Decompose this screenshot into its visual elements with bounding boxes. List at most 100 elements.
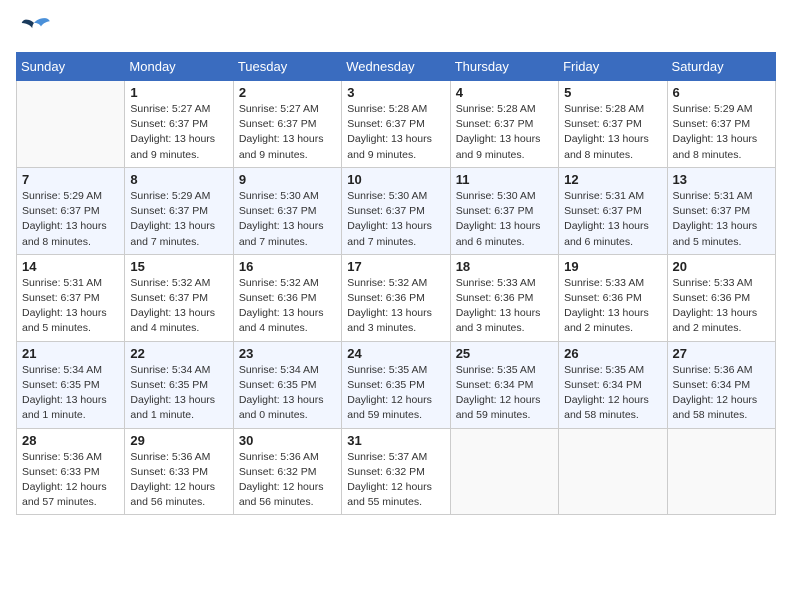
day-number: 11 [456,172,553,187]
day-number: 3 [347,85,444,100]
day-number: 14 [22,259,119,274]
day-number: 8 [130,172,227,187]
calendar-day-cell [17,81,125,168]
logo-icon [16,16,52,44]
calendar-day-cell: 18 Sunrise: 5:33 AMSunset: 6:36 PMDayligh… [450,254,558,341]
calendar-table: SundayMondayTuesdayWednesdayThursdayFrid… [16,52,776,515]
day-info: Sunrise: 5:34 AMSunset: 6:35 PMDaylight:… [130,363,227,424]
day-number: 2 [239,85,336,100]
day-info: Sunrise: 5:32 AMSunset: 6:36 PMDaylight:… [347,276,444,337]
calendar-day-cell [667,428,775,515]
calendar-day-cell [559,428,667,515]
calendar-day-cell: 25Sunrise: 5:35 AMSunset: 6:34 PMDayligh… [450,341,558,428]
calendar-week-row: 21Sunrise: 5:34 AMSunset: 6:35 PMDayligh… [17,341,776,428]
calendar-day-cell: 12Sunrise: 5:31 AMSunset: 6:37 PMDayligh… [559,167,667,254]
calendar-day-cell: 26Sunrise: 5:35 AMSunset: 6:34 PMDayligh… [559,341,667,428]
day-number: 4 [456,85,553,100]
day-number: 18 [456,259,553,274]
calendar-header-sunday: Sunday [17,53,125,81]
calendar-day-cell: 13 Sunrise: 5:31 AMSunset: 6:37 PMDayligh… [667,167,775,254]
day-info: Sunrise: 5:33 AMSunset: 6:36 PMDaylight:… [456,276,553,337]
page-header [16,16,776,44]
day-number: 22 [130,346,227,361]
calendar-header-wednesday: Wednesday [342,53,450,81]
day-info: Sunrise: 5:36 AMSunset: 6:34 PMDaylight:… [673,363,770,424]
calendar-day-cell: 9 Sunrise: 5:30 AMSunset: 6:37 PMDaylight… [233,167,341,254]
day-info: Sunrise: 5:36 AMSunset: 6:32 PMDaylight:… [239,450,336,511]
day-info: Sunrise: 5:35 AMSunset: 6:34 PMDaylight:… [564,363,661,424]
calendar-day-cell: 31 Sunrise: 5:37 AMSunset: 6:32 PMDayligh… [342,428,450,515]
day-number: 5 [564,85,661,100]
day-number: 6 [673,85,770,100]
calendar-day-cell [450,428,558,515]
day-info: Sunrise: 5:31 AMSunset: 6:37 PMDaylight:… [22,276,119,337]
day-info: Sunrise: 5:27 AMSunset: 6:37 PMDaylight:… [130,102,227,163]
day-number: 13 [673,172,770,187]
day-info: Sunrise: 5:37 AMSunset: 6:32 PMDaylight:… [347,450,444,511]
day-number: 24 [347,346,444,361]
day-info: Sunrise: 5:27 AMSunset: 6:37 PMDaylight:… [239,102,336,163]
calendar-day-cell: 10 Sunrise: 5:30 AMSunset: 6:37 PMDayligh… [342,167,450,254]
day-number: 28 [22,433,119,448]
calendar-day-cell: 11 Sunrise: 5:30 AMSunset: 6:37 PMDayligh… [450,167,558,254]
calendar-day-cell: 4 Sunrise: 5:28 AMSunset: 6:37 PMDaylight… [450,81,558,168]
day-info: Sunrise: 5:28 AMSunset: 6:37 PMDaylight:… [347,102,444,163]
day-number: 30 [239,433,336,448]
day-info: Sunrise: 5:31 AMSunset: 6:37 PMDaylight:… [673,189,770,250]
calendar-day-cell: 14 Sunrise: 5:31 AMSunset: 6:37 PMDayligh… [17,254,125,341]
day-info: Sunrise: 5:31 AMSunset: 6:37 PMDaylight:… [564,189,661,250]
day-info: Sunrise: 5:34 AMSunset: 6:35 PMDaylight:… [22,363,119,424]
day-number: 7 [22,172,119,187]
day-number: 20 [673,259,770,274]
calendar-day-cell: 24 Sunrise: 5:35 AMSunset: 6:35 PMDayligh… [342,341,450,428]
calendar-day-cell: 5 Sunrise: 5:28 AMSunset: 6:37 PMDaylight… [559,81,667,168]
calendar-week-row: 14 Sunrise: 5:31 AMSunset: 6:37 PMDayligh… [17,254,776,341]
calendar-day-cell: 7 Sunrise: 5:29 AMSunset: 6:37 PMDaylight… [17,167,125,254]
day-info: Sunrise: 5:30 AMSunset: 6:37 PMDaylight:… [456,189,553,250]
calendar-day-cell: 1Sunrise: 5:27 AMSunset: 6:37 PMDaylight… [125,81,233,168]
day-number: 17 [347,259,444,274]
calendar-header-thursday: Thursday [450,53,558,81]
calendar-day-cell: 20Sunrise: 5:33 AMSunset: 6:36 PMDayligh… [667,254,775,341]
calendar-week-row: 28 Sunrise: 5:36 AMSunset: 6:33 PMDayligh… [17,428,776,515]
day-info: Sunrise: 5:36 AMSunset: 6:33 PMDaylight:… [22,450,119,511]
day-number: 25 [456,346,553,361]
day-number: 29 [130,433,227,448]
day-info: Sunrise: 5:30 AMSunset: 6:37 PMDaylight:… [239,189,336,250]
calendar-day-cell: 15Sunrise: 5:32 AMSunset: 6:37 PMDayligh… [125,254,233,341]
calendar-header-tuesday: Tuesday [233,53,341,81]
day-number: 27 [673,346,770,361]
calendar-day-cell: 16 Sunrise: 5:32 AMSunset: 6:36 PMDayligh… [233,254,341,341]
day-number: 31 [347,433,444,448]
day-info: Sunrise: 5:30 AMSunset: 6:37 PMDaylight:… [347,189,444,250]
day-info: Sunrise: 5:29 AMSunset: 6:37 PMDaylight:… [22,189,119,250]
day-number: 10 [347,172,444,187]
calendar-day-cell: 29 Sunrise: 5:36 AMSunset: 6:33 PMDayligh… [125,428,233,515]
day-number: 16 [239,259,336,274]
calendar-week-row: 1Sunrise: 5:27 AMSunset: 6:37 PMDaylight… [17,81,776,168]
calendar-header-friday: Friday [559,53,667,81]
day-info: Sunrise: 5:35 AMSunset: 6:35 PMDaylight:… [347,363,444,424]
day-info: Sunrise: 5:29 AMSunset: 6:37 PMDaylight:… [130,189,227,250]
calendar-day-cell: 2 Sunrise: 5:27 AMSunset: 6:37 PMDaylight… [233,81,341,168]
calendar-header-monday: Monday [125,53,233,81]
calendar-day-cell: 17 Sunrise: 5:32 AMSunset: 6:36 PMDayligh… [342,254,450,341]
calendar-header-saturday: Saturday [667,53,775,81]
day-info: Sunrise: 5:29 AMSunset: 6:37 PMDaylight:… [673,102,770,163]
day-info: Sunrise: 5:32 AMSunset: 6:37 PMDaylight:… [130,276,227,337]
day-info: Sunrise: 5:34 AMSunset: 6:35 PMDaylight:… [239,363,336,424]
day-number: 19 [564,259,661,274]
calendar-day-cell: 6 Sunrise: 5:29 AMSunset: 6:37 PMDaylight… [667,81,775,168]
day-number: 9 [239,172,336,187]
day-info: Sunrise: 5:28 AMSunset: 6:37 PMDaylight:… [456,102,553,163]
day-info: Sunrise: 5:33 AMSunset: 6:36 PMDaylight:… [564,276,661,337]
day-info: Sunrise: 5:36 AMSunset: 6:33 PMDaylight:… [130,450,227,511]
logo [16,16,56,44]
calendar-day-cell: 22 Sunrise: 5:34 AMSunset: 6:35 PMDayligh… [125,341,233,428]
day-info: Sunrise: 5:32 AMSunset: 6:36 PMDaylight:… [239,276,336,337]
calendar-day-cell: 23Sunrise: 5:34 AMSunset: 6:35 PMDayligh… [233,341,341,428]
calendar-day-cell: 3 Sunrise: 5:28 AMSunset: 6:37 PMDaylight… [342,81,450,168]
day-info: Sunrise: 5:28 AMSunset: 6:37 PMDaylight:… [564,102,661,163]
calendar-header-row: SundayMondayTuesdayWednesdayThursdayFrid… [17,53,776,81]
calendar-day-cell: 19 Sunrise: 5:33 AMSunset: 6:36 PMDayligh… [559,254,667,341]
